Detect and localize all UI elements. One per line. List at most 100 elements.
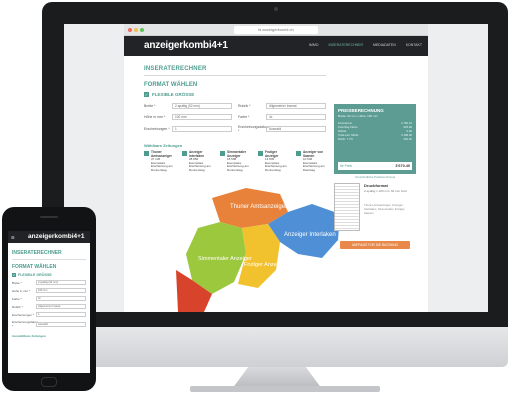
- region-interlaken[interactable]: Anzeiger Interlaken 28 850 Exemplare Ersc…: [182, 150, 212, 173]
- date-select[interactable]: Auswahl: [266, 126, 326, 132]
- checkbox-icon: [182, 151, 187, 156]
- preview-title: Druckformat: [364, 183, 388, 188]
- desktop-screen: bi.anzeigerkombi.ch anzeigerkombi4+1 IMM…: [64, 24, 488, 312]
- mobile-logo-text: anzeigerkombi: [28, 233, 74, 240]
- address-bar[interactable]: bi.anzeigerkombi.ch: [234, 26, 318, 34]
- browser-toolbar: bi.anzeigerkombi.ch: [124, 24, 428, 36]
- site-header: anzeigerkombi4+1 IMMO INSERATERECHNER ME…: [124, 36, 428, 56]
- checkbox-icon: [144, 151, 149, 156]
- region-simmental[interactable]: Simmentaler Anzeiger 18 508 Exemplare Ers…: [220, 150, 250, 173]
- mobile-color-select[interactable]: 4c: [36, 296, 86, 301]
- field-label: Rubrik *: [238, 104, 251, 108]
- nav-item-immo[interactable]: IMMO: [309, 43, 319, 47]
- region-detail: 28 850 Exemplare Erscheinung am Donnerst…: [189, 157, 211, 172]
- map-label-thun: Thuner Amtsanzeiger: [230, 204, 287, 210]
- region-thun[interactable]: Thuner Amtsanzeiger 37 135 Exemplare Ersc…: [144, 150, 174, 173]
- color-select[interactable]: 4c: [266, 114, 326, 120]
- logo-number: 4+1: [211, 40, 228, 51]
- mobile-format-title: FORMAT WÄHLEN: [12, 264, 57, 270]
- field-label: Erscheinungsdatum *: [238, 125, 269, 133]
- mobile-form: INSERATERECHNER FORMAT WÄHLEN ✓ FLEXIBLE …: [8, 243, 90, 341]
- format-fields: Breite * 2-spaltig (92 mm) Rubrik * Allgem…: [144, 103, 326, 133]
- mobile-date-select[interactable]: Auswahl: [36, 321, 86, 327]
- site-logo[interactable]: anzeigerkombi4+1: [144, 40, 228, 51]
- field-label: Farbe *: [238, 115, 250, 119]
- category-select[interactable]: Allgemeiner Inserat: [266, 103, 326, 109]
- mobile-category-select[interactable]: Allgemeiner Inserat: [36, 304, 86, 309]
- width-select[interactable]: 2-spaltig (92 mm): [172, 103, 232, 109]
- field-hoehe: Höhe in mm * 100 mm: [144, 114, 232, 120]
- close-window-icon[interactable]: [128, 28, 132, 32]
- mobile-flexible-size-toggle[interactable]: ✓ FLEXIBLE GRÖSSE: [12, 273, 86, 277]
- mobile-width-select[interactable]: 2-spaltig (92 mm): [36, 280, 86, 285]
- region-frutigen[interactable]: Frutiger Anzeiger 14 845 Exemplare Ersche…: [258, 150, 288, 173]
- issues-select[interactable]: 1: [172, 126, 232, 132]
- height-input[interactable]: 100 mm: [172, 114, 232, 120]
- region-detail: 18 508 Exemplare Erscheinung am Donnerst…: [227, 157, 249, 172]
- region-detail: 37 135 Exemplare Erscheinung am Donnerst…: [151, 157, 173, 172]
- mobile-flexible-size-label: FLEXIBLE GRÖSSE: [18, 273, 52, 277]
- price-total: Ihr Preis 3'670.40: [338, 162, 412, 170]
- field-label: Erscheinungsdatum *: [12, 320, 39, 328]
- hamburger-menu-icon[interactable]: ☰: [11, 235, 15, 240]
- nav-item-mediadaten[interactable]: MEDIADATEN: [373, 43, 396, 47]
- mobile-height-input[interactable]: 100 mm: [36, 288, 86, 293]
- field-label: Breite *: [12, 280, 22, 285]
- web-page: anzeigerkombi4+1 IMMO INSERATERECHNER ME…: [124, 36, 428, 312]
- mobile-page-title: INSERATERECHNER: [12, 250, 62, 256]
- region-detail: 10 636 Exemplare Erscheinung am Dienstag: [303, 157, 325, 172]
- price-row-value: 262.40: [403, 137, 412, 141]
- flexible-size-toggle[interactable]: ✓ FLEXIBLE GRÖSSE: [144, 92, 326, 97]
- price-rows: Grundpreis 2 782.10 Zuschlag Farbe 625.90 …: [338, 121, 412, 141]
- field-label: Farbe *: [12, 296, 22, 301]
- format-title: FORMAT WÄHLEN: [144, 82, 198, 88]
- mobile-phone: ☰ anzeigerkombi4+1 INSERATERECHNER FORMA…: [2, 207, 96, 391]
- price-total-value: 3'670.40: [395, 164, 410, 168]
- map-label-interlaken: Anzeiger Interlaken: [284, 232, 336, 238]
- monitor-chin: [42, 327, 508, 367]
- mobile-field-rubrik: Rubrik * Allgemeiner Inserat: [12, 304, 86, 309]
- field-label: Erscheinungen *: [144, 127, 170, 131]
- field-label: Erscheinungen *: [12, 312, 35, 317]
- divider: [144, 75, 326, 76]
- logo-text: anzeigerkombi: [144, 40, 212, 51]
- region-saanen[interactable]: Anzeiger von Saanen 10 636 Exemplare Ersc…: [296, 150, 326, 173]
- price-total-label: Ihr Preis: [340, 164, 352, 168]
- region-map[interactable]: Thuner Amtsanzeiger Anzeiger Interlaken …: [172, 184, 342, 312]
- mobile-regions-title: Auswählbare Zeitungen: [12, 334, 46, 338]
- mobile-field-datum: Erscheinungsdatum * Auswahl: [12, 320, 86, 328]
- mobile-issues-select[interactable]: 1: [36, 312, 86, 317]
- mobile-logo-number: 4+1: [73, 233, 85, 240]
- print-preview: Druckformat 2-spaltig x 100 mm, 92 mm br…: [334, 183, 416, 235]
- field-erscheinungen: Erscheinungen * 1: [144, 125, 232, 133]
- field-farbe: Farbe * 4c: [238, 114, 326, 120]
- monitor-stand-foot: [190, 386, 380, 392]
- nav-item-kontakt[interactable]: KONTAKT: [406, 43, 422, 47]
- mobile-logo[interactable]: anzeigerkombi4+1: [28, 233, 85, 240]
- stage: bi.anzeigerkombi.ch anzeigerkombi4+1 IMM…: [0, 0, 508, 395]
- field-label: Höhe in mm *: [12, 288, 31, 293]
- mobile-field-breite: Breite * 2-spaltig (92 mm): [12, 280, 86, 285]
- maximize-window-icon[interactable]: [140, 28, 144, 32]
- field-breite: Breite * 2-spaltig (92 mm): [144, 103, 232, 109]
- price-subtitle: Breite: 92 mm, Höhe: 100 mm: [338, 114, 379, 118]
- price-title: PREISBERECHNUNG: [338, 108, 384, 113]
- field-label: Breite *: [144, 104, 156, 108]
- minimize-window-icon[interactable]: [134, 28, 138, 32]
- booking-request-button[interactable]: ANFRAGE FÜR DIE BUCHUNG: [340, 241, 410, 249]
- region-detail: 14 845 Exemplare Erscheinung am Donnerst…: [265, 157, 287, 172]
- mobile-field-hoehe: Höhe in mm * 100 mm: [12, 288, 86, 293]
- field-datum: Erscheinungsdatum * Auswahl: [238, 125, 326, 133]
- price-note: Unverbindliche Preisberechnung: [354, 175, 396, 179]
- page-title: INSERATERECHNER: [144, 66, 207, 72]
- preview-subtitle: 2-spaltig x 100 mm, 92 mm breit: [364, 189, 407, 193]
- mobile-screen: ☰ anzeigerkombi4+1 INSERATERECHNER FORMA…: [8, 231, 90, 373]
- nav-item-inserate[interactable]: INSERATERECHNER: [328, 43, 363, 47]
- field-rubrik: Rubrik * Allgemeiner Inserat: [238, 103, 326, 109]
- mobile-field-erscheinungen: Erscheinungen * 1: [12, 312, 86, 317]
- main-nav: IMMO INSERATERECHNER MEDIADATEN KONTAKT: [309, 43, 422, 47]
- camera-icon: [274, 7, 278, 11]
- home-button[interactable]: [41, 377, 57, 387]
- phone-speaker: [40, 216, 58, 218]
- field-label: Höhe in mm *: [144, 115, 166, 119]
